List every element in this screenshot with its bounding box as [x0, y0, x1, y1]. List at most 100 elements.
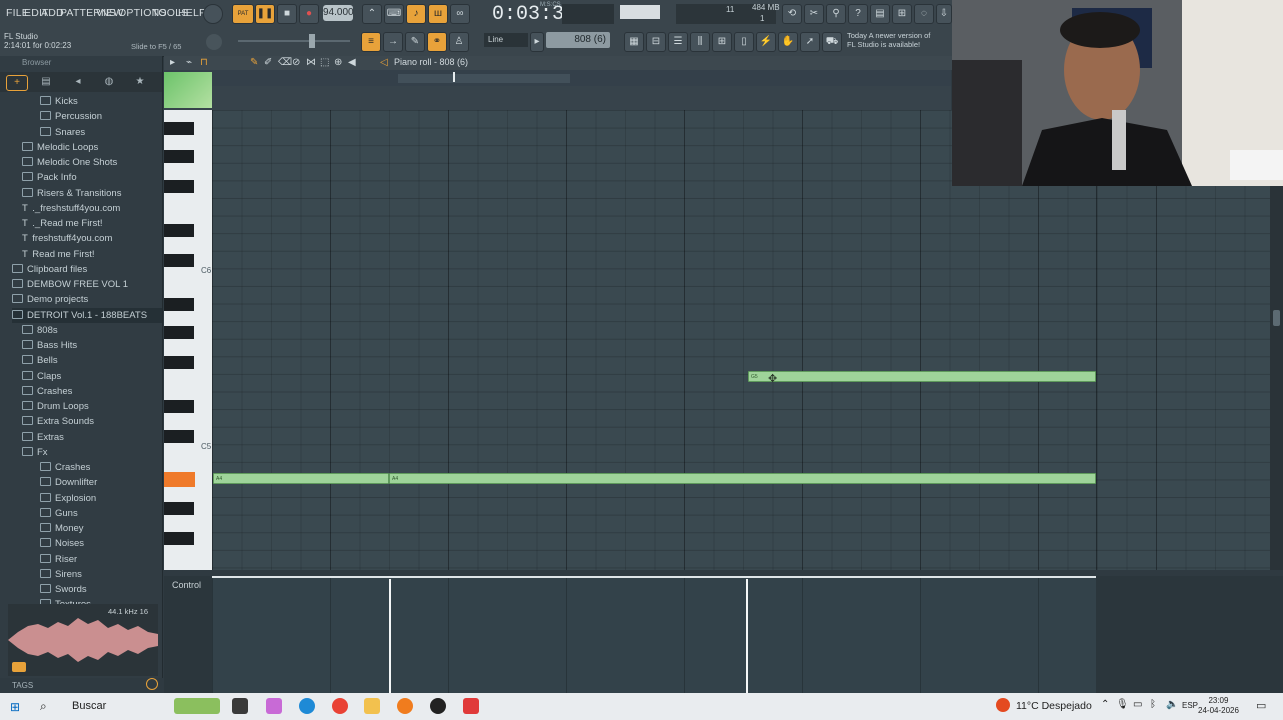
browser-item[interactable]: Drum Loops [22, 399, 89, 414]
pattern-select[interactable]: 808 (6) [546, 32, 610, 48]
velocity-bar[interactable] [389, 579, 391, 693]
menu-help[interactable]: HELP [178, 7, 206, 19]
browser-files-tab-icon[interactable]: ▤ [36, 75, 56, 89]
browser-favorite-tab-icon[interactable]: ★ [130, 75, 150, 89]
black-key[interactable] [164, 150, 194, 163]
paint-tool-icon[interactable]: ✐ [264, 57, 272, 68]
note-a4-2[interactable]: A4 [389, 473, 1096, 484]
velocity-bar[interactable] [746, 579, 748, 693]
weather-text[interactable]: 11°C Despejado [1016, 693, 1092, 720]
obs-icon[interactable] [430, 698, 446, 714]
search-icon[interactable] [146, 678, 158, 690]
pattern-song-toggle[interactable]: PAT [232, 4, 254, 24]
zoom-tool-icon[interactable]: ⊕ [334, 57, 342, 68]
loop-record-icon[interactable]: ∞ [450, 4, 470, 24]
browser-item[interactable]: Downlifter [40, 475, 97, 490]
browser-item[interactable]: Guns [40, 506, 78, 521]
browser-item[interactable]: Bells [22, 353, 58, 368]
tempo-display[interactable]: 94.000 [323, 5, 354, 21]
black-key[interactable] [164, 326, 194, 339]
browser-item[interactable]: Kicks [40, 94, 78, 109]
windows-start-icon[interactable]: ⊞ [10, 700, 20, 714]
tags-label[interactable]: TAGS [12, 681, 33, 690]
help-icon[interactable]: ? [848, 4, 868, 24]
black-key[interactable] [164, 180, 194, 193]
browser-item[interactable]: DETROIT Vol.1 - 188BEATS [12, 307, 162, 323]
blend-notes-icon[interactable]: ш [428, 4, 448, 24]
widgets-icon[interactable] [174, 698, 220, 714]
black-key[interactable] [164, 430, 194, 443]
cart-icon[interactable]: ⛟ [822, 32, 842, 52]
playback-tool-icon[interactable]: ◀ [348, 57, 356, 68]
plugin-icon[interactable]: ⊞ [892, 4, 912, 24]
browser-item[interactable]: Fx [22, 445, 48, 460]
piano-roll-icon[interactable]: ☰ [668, 32, 688, 52]
stamp-icon[interactable]: ♙ [449, 32, 469, 52]
black-key[interactable] [164, 122, 194, 135]
browser-item[interactable]: Melodic Loops [22, 140, 98, 155]
fl-studio-icon[interactable] [397, 698, 413, 714]
pause-button[interactable]: ❚❚ [255, 4, 275, 24]
play-preview-icon[interactable] [12, 662, 26, 672]
browser-item[interactable]: Melodic One Shots [22, 155, 117, 170]
cut-icon[interactable]: ✂ [804, 4, 824, 24]
arrow-send-icon[interactable]: ➚ [800, 32, 820, 52]
browser-item[interactable]: T ._Read me First! [22, 216, 103, 231]
browser-item[interactable]: T Read me First! [22, 247, 95, 262]
browser-item[interactable]: Claps [22, 369, 61, 384]
browser-item[interactable]: Explosion [40, 491, 96, 506]
mic-tray-icon[interactable]: 🎙 [1116, 699, 1129, 710]
file-explorer-icon[interactable] [364, 698, 380, 714]
magnet-icon[interactable]: ⌁ [186, 57, 192, 68]
black-key[interactable] [164, 502, 194, 515]
black-key[interactable] [164, 298, 194, 311]
black-key[interactable] [164, 254, 194, 267]
browser-item[interactable]: Swords [40, 582, 87, 597]
undo-icon[interactable]: ⟲ [782, 4, 802, 24]
browser-item[interactable]: Crashes [22, 384, 72, 399]
browser-item[interactable]: Percussion [40, 109, 102, 124]
browser-item[interactable]: Extras [22, 430, 64, 445]
piano-keyboard[interactable]: C6 C5 [164, 110, 212, 570]
control-label[interactable]: Control [172, 580, 201, 590]
browser-item[interactable]: Money [40, 521, 84, 536]
browser-plugin-tab-icon[interactable]: ◍ [99, 75, 119, 89]
mixer-icon[interactable]: ▦ [624, 32, 644, 52]
browser-item[interactable]: Snares [40, 125, 85, 140]
browser-item[interactable]: Risers & Transitions [22, 186, 121, 201]
speaker-icon[interactable]: ◁ [380, 57, 388, 68]
options-arrow-icon[interactable]: ▸ [170, 57, 175, 68]
browser-item[interactable]: Demo projects [12, 292, 88, 307]
pencil-icon[interactable]: ✎ [405, 32, 425, 52]
file-icon[interactable]: ▯ [734, 32, 754, 52]
metronome-icon[interactable]: ⌃ [362, 4, 382, 24]
browser-item[interactable]: T ._freshstuff4you.com [22, 201, 120, 216]
step-edit-icon[interactable]: ♪ [406, 4, 426, 24]
pattern-prev-icon[interactable]: ▸ [530, 32, 544, 52]
record-button[interactable]: ● [299, 4, 319, 24]
slider-handle[interactable] [309, 34, 315, 48]
cpu-knob-icon[interactable] [203, 4, 223, 24]
master-pitch-slider[interactable] [238, 40, 350, 42]
notifications-icon[interactable]: ▭ [1256, 699, 1266, 712]
edge-icon[interactable] [299, 698, 315, 714]
select-tool-icon[interactable]: ⬚ [320, 57, 329, 68]
browser-all-tab-icon[interactable]: + [6, 75, 28, 91]
display-tray-icon[interactable]: ▭ [1133, 699, 1142, 710]
plug-icon[interactable]: ⚡ [756, 32, 776, 52]
chrome-icon[interactable] [332, 698, 348, 714]
master-volume-knob[interactable] [206, 34, 222, 50]
stop-button[interactable]: ■ [277, 4, 297, 24]
volume-icon[interactable]: 🔈 [1166, 699, 1178, 710]
download-icon[interactable]: ⇩ [936, 4, 952, 24]
save-icon[interactable]: ▤ [870, 4, 890, 24]
arrow-icon[interactable]: → [383, 32, 403, 52]
piano-roll-ruler[interactable] [164, 86, 951, 110]
chat-icon[interactable]: ◌ [914, 4, 934, 24]
task-view-icon[interactable] [232, 698, 248, 714]
browser-item[interactable]: Pack Info [22, 170, 77, 185]
black-key[interactable] [164, 356, 194, 369]
mic-icon[interactable]: ⚲ [826, 4, 846, 24]
velocity-grid[interactable] [212, 578, 1096, 693]
channel-rack-icon[interactable]: ⊟ [646, 32, 666, 52]
